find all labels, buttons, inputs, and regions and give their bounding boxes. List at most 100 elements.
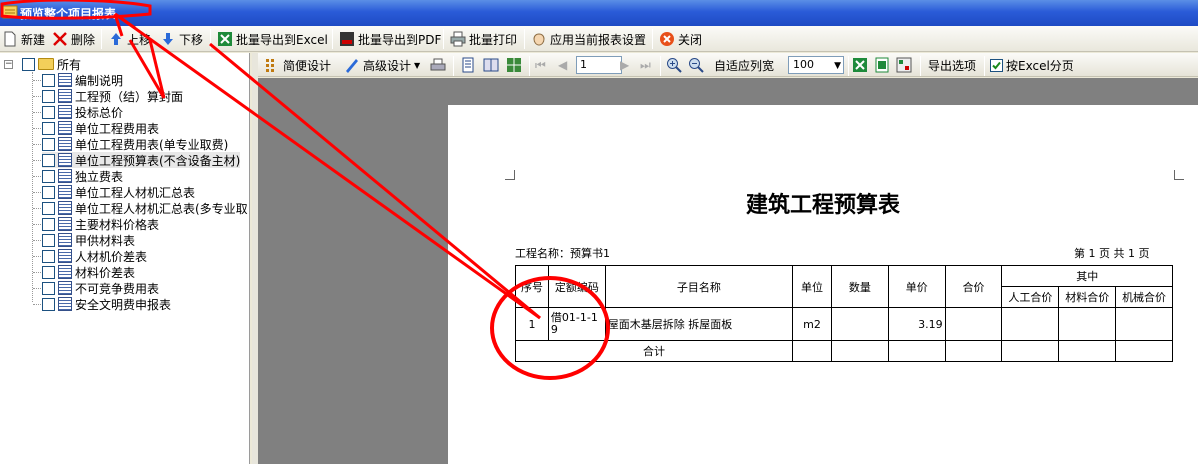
report-document-icon (58, 121, 72, 135)
sum-cell (830, 340, 889, 362)
dropdown-arrow-icon[interactable]: ▼ (414, 61, 420, 70)
tree-checkbox[interactable] (42, 137, 55, 151)
pencil-ruler-icon (346, 59, 358, 73)
next-page-button[interactable]: ▶ (620, 55, 629, 75)
tree-item[interactable]: 单位工程人材机汇总表 (42, 184, 195, 200)
tree-item[interactable]: 人材机价差表 (42, 248, 147, 264)
new-document-icon (4, 31, 16, 47)
tree-item[interactable]: 编制说明 (42, 72, 123, 88)
report-document-icon (58, 249, 72, 263)
move-down-button[interactable]: 下移 (160, 29, 203, 49)
fit-width-button[interactable]: 自适应列宽 (714, 55, 774, 75)
tree-checkbox[interactable] (42, 233, 55, 247)
last-page-button[interactable]: ⏭ (640, 55, 651, 75)
toolbar-separator (453, 56, 454, 76)
toolbar-separator (984, 56, 985, 76)
report-document-icon (58, 217, 72, 231)
tree-item-label: 单位工程人材机汇总表 (75, 185, 196, 200)
report-document-icon (58, 281, 72, 295)
tree-checkbox[interactable] (42, 89, 55, 103)
main-toolbar: 新建 删除 上移 下移 批量导出到Excel 批量导出到PDF 批量打印 应用当… (0, 26, 1198, 52)
tree-item[interactable]: 安全文明费申报表 (42, 296, 171, 312)
sum-label: 合计 (514, 340, 794, 362)
export-sheet-button[interactable] (874, 55, 890, 75)
tree-item[interactable]: 单位工程费用表 (42, 120, 159, 136)
tree-item-label: 单位工程预算表(不含设备主材) (75, 153, 241, 168)
zoom-out-icon (689, 58, 704, 73)
excel-icon (853, 58, 867, 72)
tree-checkbox[interactable] (42, 121, 55, 135)
toolbar-separator (848, 56, 849, 76)
delete-label: 删除 (71, 32, 96, 47)
tree-item[interactable]: 单位工程人材机汇总表(多专业取 (42, 200, 248, 216)
simple-design-button[interactable]: 简便设计 (264, 55, 331, 75)
window-title: 预览整个项目报表 (20, 7, 117, 21)
tree-item[interactable]: 工程预（结）算封面 (42, 88, 183, 104)
collapse-icon[interactable]: − (4, 59, 13, 69)
tree-guide-line (33, 112, 41, 113)
export-multi-button[interactable] (896, 55, 912, 75)
tree-item[interactable]: 独立费表 (42, 168, 123, 184)
print-button[interactable] (430, 55, 446, 75)
tree-checkbox[interactable] (42, 153, 55, 167)
report-document-icon (58, 73, 72, 87)
tree-checkbox[interactable] (42, 73, 55, 87)
app-window: 预览整个项目报表 新建 删除 上移 下移 批量导出到Excel 批量导出到PDF (0, 0, 1198, 464)
tree-item[interactable]: 主要材料价格表 (42, 216, 159, 232)
batch-print-button[interactable]: 批量打印 (450, 29, 517, 49)
tree-checkbox[interactable] (42, 105, 55, 119)
tree-checkbox[interactable] (42, 249, 55, 263)
preview-area[interactable]: 建筑工程预算表 工程名称：预算书1 第 1 页 共 1 页 序号 定额编码 子目… (258, 78, 1198, 464)
zoom-in-icon (667, 58, 682, 73)
toolbar-separator (210, 29, 211, 49)
tree-checkbox[interactable] (42, 169, 55, 183)
new-button[interactable]: 新建 (2, 29, 45, 49)
arrow-up-icon (111, 33, 121, 45)
tree-guide-line (33, 288, 41, 289)
prev-page-button[interactable]: ◀ (558, 55, 567, 75)
single-page-button[interactable] (460, 55, 476, 75)
zoom-out-button[interactable] (688, 55, 704, 75)
zoom-select[interactable]: 100 ▼ (788, 56, 844, 74)
tree-root[interactable]: − 所有 (4, 56, 81, 72)
new-label: 新建 (21, 32, 46, 47)
export-pdf-button[interactable]: 批量导出到PDF (339, 29, 441, 49)
first-page-button[interactable]: ⏮ (535, 55, 546, 75)
export-excel-button[interactable]: 批量导出到Excel (217, 29, 328, 49)
tree-item[interactable]: 不可竞争费用表 (42, 280, 159, 296)
zoom-in-button[interactable] (666, 55, 682, 75)
tree-checkbox[interactable] (42, 297, 55, 311)
tree-checkbox[interactable] (42, 217, 55, 231)
multi-page-icon (507, 58, 521, 72)
tree-item[interactable]: 投标总价 (42, 104, 123, 120)
tree-guide-line (33, 128, 41, 129)
tree-item[interactable]: 单位工程费用表(单专业取费) (42, 136, 228, 152)
checkbox-checked-icon (990, 58, 1003, 72)
tree-item[interactable]: 甲供材料表 (42, 232, 135, 248)
tree-checkbox[interactable] (42, 185, 55, 199)
delete-button[interactable]: 删除 (52, 29, 95, 49)
hand-settings-icon (533, 33, 545, 46)
toolbar-separator (101, 29, 102, 49)
advanced-design-button[interactable]: 高级设计 ▼ (344, 55, 420, 75)
export-excel-label: 批量导出到Excel (236, 32, 328, 47)
tree-item[interactable]: 单位工程预算表(不含设备主材) (42, 152, 241, 168)
toolbar-separator (660, 56, 661, 76)
tree-checkbox[interactable] (22, 57, 35, 71)
tree-item-label: 独立费表 (75, 169, 124, 184)
folder-icon (38, 58, 54, 70)
export-options-button[interactable]: 导出选项 (928, 55, 976, 75)
multi-page-button[interactable] (506, 55, 522, 75)
header-price: 单价 (887, 265, 946, 308)
close-button[interactable]: 关闭 (659, 29, 702, 49)
two-page-button[interactable] (483, 55, 499, 75)
tree-checkbox[interactable] (42, 201, 55, 215)
export-excel-small-button[interactable] (852, 55, 868, 75)
apply-settings-button[interactable]: 应用当前报表设置 (531, 29, 646, 49)
tree-item[interactable]: 材料价差表 (42, 264, 135, 280)
tree-checkbox[interactable] (42, 281, 55, 295)
excel-paging-checkbox[interactable]: 按Excel分页 (990, 55, 1074, 75)
page-number-input[interactable]: 1 (576, 56, 622, 74)
tree-checkbox[interactable] (42, 265, 55, 279)
move-up-button[interactable]: 上移 (108, 29, 151, 49)
